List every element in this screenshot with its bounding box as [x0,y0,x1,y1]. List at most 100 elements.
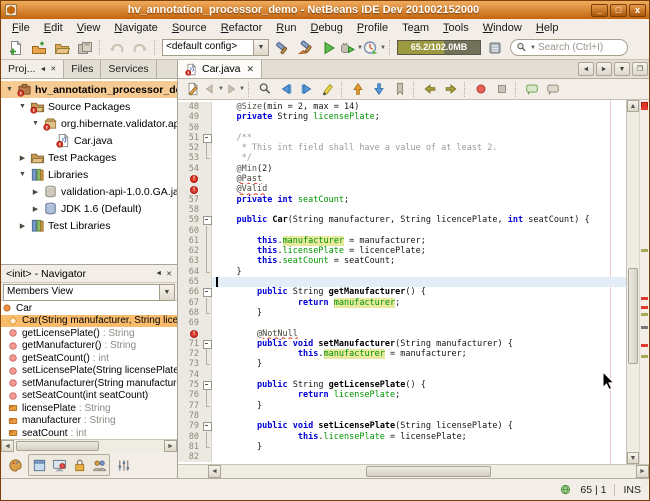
team-button[interactable] [89,455,109,475]
list-item[interactable]: setSeatCount(int seatCount) [1,390,177,403]
editor-hscrollbar[interactable]: ◄ ► [178,464,649,478]
toggle-bookmark-button[interactable] [389,80,410,98]
list-item[interactable]: getSeatCount() : int [1,352,177,365]
minimize-window-icon[interactable]: ◄ [39,66,46,73]
menu-tools[interactable]: Tools [436,21,476,35]
tab-services[interactable]: Services [101,60,156,78]
fold-collapse-icon[interactable] [202,287,212,297]
code-line[interactable]: 61 this.manufacturer = manufacturer; [178,236,626,246]
code-line[interactable]: 57 private int seatCount; [178,195,626,205]
last-edit-button[interactable] [182,80,203,98]
code-line[interactable]: 54 @Min(2) [178,164,626,174]
error-badge[interactable]: ! [178,329,202,339]
warning-stripe-mark[interactable] [641,355,648,358]
tree-item[interactable]: Car.java [1,132,177,149]
list-item[interactable]: getLicensePlate() : String [1,327,177,340]
expand-icon[interactable]: ▶ [31,205,40,213]
menu-navigate[interactable]: Navigate [107,21,164,35]
code-line[interactable]: ! @Valid [178,184,626,194]
macro-record-button[interactable] [470,80,491,98]
error-badge[interactable]: ! [178,184,202,194]
clean-build-button[interactable] [294,37,317,58]
garbage-collect-button[interactable] [483,37,506,58]
code-line[interactable]: 63 this.seatCount = seatCount; [178,256,626,266]
undo-button[interactable] [105,37,128,58]
forward-button[interactable]: ▼ [224,80,245,98]
code-line[interactable]: ! @Past [178,174,626,184]
code-line[interactable]: 79 public void setLicensePlate(String li… [178,421,626,431]
scrollbar-thumb[interactable] [628,268,638,363]
scrollbar-track[interactable] [14,440,164,452]
chevron-down-icon[interactable]: ▼ [254,39,269,56]
macro-stop-button[interactable] [491,80,512,98]
scrollbar-thumb[interactable] [16,441,99,451]
list-item[interactable]: setLicensePlate(String licensePlate) [1,365,177,378]
code-line[interactable]: 75 public String getLicensePlate() { [178,380,626,390]
list-item[interactable]: manufacturer : String [1,415,177,428]
code-line[interactable]: 58 [178,205,626,215]
expand-icon[interactable]: ▶ [31,188,40,196]
code-line[interactable]: 78 [178,411,626,421]
minimize-button[interactable]: _ [591,4,608,17]
scroll-tabs-left-button[interactable]: ◄ [578,62,594,76]
shift-left-button[interactable] [419,80,440,98]
scroll-left-icon[interactable]: ◄ [1,440,14,452]
palette-button[interactable] [5,455,25,475]
menu-source[interactable]: Source [165,21,214,35]
code-line[interactable]: 65 [178,277,626,287]
error-stripe[interactable] [639,100,649,464]
list-item[interactable]: getManufacturer() : String [1,340,177,353]
expand-icon[interactable]: ▶ [18,222,27,230]
code-line[interactable]: 64 } [178,267,626,277]
close-button[interactable]: x [629,4,646,17]
scrollbar-track[interactable] [221,465,636,478]
window-button[interactable] [29,455,49,475]
tree-item[interactable]: ▼Source Packages [1,98,177,115]
memory-meter[interactable]: 65.2/102.0MB [397,40,481,55]
find-next-button[interactable] [296,80,317,98]
debug-button[interactable]: ▼ [340,37,363,58]
tab-files[interactable]: Files [64,60,101,78]
error-stripe-mark[interactable] [641,107,648,110]
code-line[interactable]: 80 this.licensePlate = licensePlate; [178,432,626,442]
list-item[interactable]: Car [1,302,177,315]
menu-edit[interactable]: Edit [37,21,70,35]
fold-collapse-icon[interactable] [202,421,212,431]
list-item[interactable]: Car(String manufacturer, String licenceP… [1,315,177,328]
tab-proj[interactable]: Proj...◄✕ [1,60,64,78]
tab-list-dropdown-button[interactable]: ▼ [614,62,630,76]
tree-item[interactable]: ▼org.hibernate.validator.ap.demo [1,115,177,132]
comment-button[interactable] [521,80,542,98]
code-line[interactable]: 69 [178,318,626,328]
scrollbar-thumb[interactable] [366,466,491,477]
code-line[interactable]: 67 return manufacturer; [178,298,626,308]
scroll-down-icon[interactable]: ▼ [627,452,639,464]
error-stripe-mark[interactable] [641,306,648,309]
code-line[interactable]: 68 } [178,308,626,318]
back-button[interactable]: ▼ [203,80,224,98]
menu-debug[interactable]: Debug [303,21,349,35]
open-project-button[interactable] [50,37,73,58]
config-combobox[interactable]: <default config> ▼ [162,39,269,56]
scroll-left-icon[interactable]: ◄ [208,465,221,478]
code-line[interactable]: 48 @Size(min = 2, max = 14) [178,102,626,112]
error-stripe-mark[interactable] [641,297,648,300]
code-line[interactable]: 81 } [178,442,626,452]
menu-file[interactable]: File [5,21,37,35]
tree-item[interactable]: ▼hv_annotation_processor_demo [1,81,177,98]
find-button[interactable] [254,80,275,98]
search-input[interactable]: ▼ Search (Ctrl+I) [510,39,628,56]
collapse-icon[interactable]: ▼ [31,120,40,127]
fold-collapse-icon[interactable] [202,133,212,143]
run-button[interactable] [317,37,340,58]
code-line[interactable]: 71 public void setManufacturer(String ma… [178,339,626,349]
previous-bookmark-button[interactable] [347,80,368,98]
next-bookmark-button[interactable] [368,80,389,98]
redo-button[interactable] [128,37,151,58]
scroll-up-icon[interactable]: ▲ [627,100,639,112]
toggle-highlight-button[interactable] [317,80,338,98]
navigator-view-combobox[interactable]: Members View ▼ [1,283,177,301]
chevron-down-icon[interactable]: ▼ [239,86,245,92]
menu-team[interactable]: Team [395,21,436,35]
chevron-down-icon[interactable]: ▼ [380,45,386,51]
